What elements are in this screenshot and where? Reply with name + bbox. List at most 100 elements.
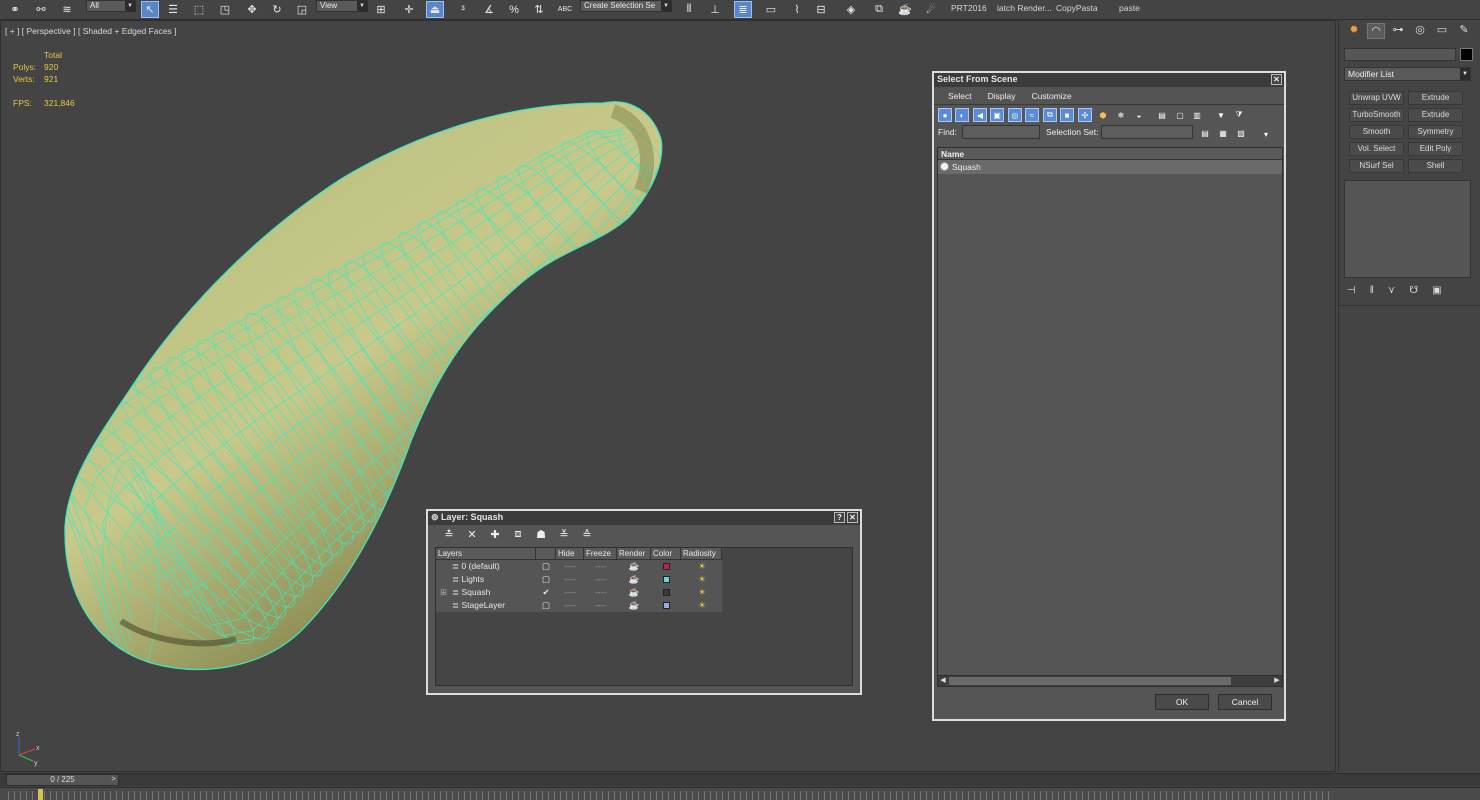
modifier-stack[interactable]: [1344, 180, 1471, 278]
select-set-members-icon[interactable]: ▦: [1216, 126, 1230, 140]
close-button[interactable]: ✕: [847, 512, 858, 523]
freeze-toggle[interactable]: ----: [584, 573, 617, 586]
reference-coordinate-select[interactable]: View ▼: [316, 0, 368, 12]
keyboard-shortcut-override-icon[interactable]: ⏏: [426, 1, 444, 18]
selection-set-select[interactable]: [1101, 125, 1193, 139]
col-color[interactable]: Color: [651, 548, 681, 559]
highlight-layer-icon[interactable]: ☗: [532, 528, 550, 543]
scroll-right-icon[interactable]: ▶: [1272, 676, 1282, 686]
display-tab-icon[interactable]: ▭: [1433, 23, 1451, 39]
display-none-icon[interactable]: ▢: [1173, 108, 1187, 122]
render-teapot-icon[interactable]: ☕: [617, 573, 651, 586]
hide-toggle[interactable]: ----: [556, 560, 584, 573]
percent-snap-icon[interactable]: %: [505, 1, 523, 18]
filter-frozen-icon[interactable]: ❄: [1114, 108, 1128, 122]
horizontal-scrollbar[interactable]: ◀ ▶: [938, 675, 1282, 686]
layer-row[interactable]: ⊞ ≣ Squash ✔ ---- ---- ☕ ☀: [436, 586, 722, 599]
filter-hidden-icon[interactable]: ◒: [1132, 108, 1146, 122]
mirror-icon[interactable]: ⫴: [680, 1, 698, 18]
layer-row[interactable]: ≣ Lights ▢ ---- ---- ☕ ☀: [436, 573, 722, 586]
layer-dialog-titlebar[interactable]: ⊚ Layer: Squash ? ✕: [428, 511, 860, 525]
pivot-center-icon[interactable]: ⊞: [372, 1, 390, 18]
current-frame-marker[interactable]: [38, 789, 43, 800]
script-button-paste[interactable]: paste: [1119, 3, 1140, 13]
snaps-toggle-icon[interactable]: ³: [454, 1, 472, 18]
modifier-button[interactable]: TurboSmooth: [1349, 108, 1404, 122]
col-current[interactable]: [536, 548, 556, 559]
add-to-layer-icon[interactable]: ✚: [486, 528, 504, 543]
layer-row[interactable]: ≣ 0 (default) ▢ ---- ---- ☕ ☀: [436, 560, 722, 573]
render-teapot-icon[interactable]: ☕: [617, 560, 651, 573]
freeze-toggle[interactable]: ----: [584, 560, 617, 573]
script-button-copypasta[interactable]: CopyPasta: [1056, 3, 1098, 13]
col-layers[interactable]: Layers: [436, 548, 536, 559]
make-unique-icon[interactable]: ⋎: [1388, 285, 1395, 296]
hierarchy-tab-icon[interactable]: ⊶: [1389, 23, 1407, 39]
select-layer-objects-icon[interactable]: ⧈: [509, 528, 527, 543]
help-button[interactable]: ?: [834, 512, 845, 523]
current-layer-checkbox[interactable]: ▢: [536, 560, 556, 573]
modifier-button[interactable]: Shell: [1408, 159, 1463, 173]
named-selection-set-select[interactable]: Create Selection Se ▼: [580, 0, 672, 12]
radiosity-icon[interactable]: ☀: [681, 573, 723, 586]
delete-layer-icon[interactable]: ✕: [463, 528, 481, 543]
configure-modifier-sets-icon[interactable]: ▣: [1432, 285, 1441, 296]
radiosity-icon[interactable]: ☀: [681, 560, 723, 573]
display-invert-icon[interactable]: ▥: [1190, 108, 1204, 122]
next-frame-arrow[interactable]: >: [109, 775, 118, 785]
hide-toggle[interactable]: ----: [556, 586, 584, 599]
close-button[interactable]: ✕: [1271, 74, 1282, 85]
unlink-icon[interactable]: ⚯: [32, 1, 50, 18]
hide-all-layers-icon[interactable]: ≚: [555, 528, 573, 543]
modifier-button[interactable]: NSurf Sel: [1349, 159, 1404, 173]
filter-xrefs-icon[interactable]: ■: [1060, 108, 1074, 122]
utilities-tab-icon[interactable]: ✎: [1455, 23, 1473, 39]
freeze-toggle[interactable]: ----: [584, 599, 617, 612]
col-hide[interactable]: Hide: [556, 548, 584, 559]
modifier-button[interactable]: Edit Poly: [1408, 142, 1463, 156]
col-radiosity[interactable]: Radiosity: [681, 548, 722, 559]
menu-display[interactable]: Display: [988, 91, 1016, 104]
object-name-field[interactable]: [1344, 48, 1456, 61]
current-layer-checkmark[interactable]: ✔: [536, 586, 556, 599]
modifier-button[interactable]: Vol. Select: [1349, 142, 1404, 156]
current-layer-checkbox[interactable]: ▢: [536, 599, 556, 612]
col-freeze[interactable]: Freeze: [584, 548, 617, 559]
object-color-swatch[interactable]: [1460, 48, 1473, 61]
show-end-result-icon[interactable]: ‖: [1370, 285, 1374, 296]
selection-filter-select[interactable]: All ▼: [86, 0, 136, 12]
window-crossing-icon[interactable]: ◳: [216, 1, 234, 18]
modify-tab-icon[interactable]: ◠: [1367, 23, 1385, 39]
scrollbar-thumb[interactable]: [949, 677, 1231, 685]
modifier-button[interactable]: Symmetry: [1408, 125, 1463, 139]
filter-geometry-icon[interactable]: ●: [938, 108, 952, 122]
schematic-view-icon[interactable]: ⊟: [812, 1, 830, 18]
filter-helpers-icon[interactable]: ◎: [1008, 108, 1022, 122]
script-button-batch-render[interactable]: iatch Render...: [997, 3, 1052, 13]
modifier-button[interactable]: Extrude: [1408, 108, 1463, 122]
layer-color-swatch[interactable]: [662, 576, 670, 584]
filter-spacewarps-icon[interactable]: ≈: [1025, 108, 1039, 122]
find-input[interactable]: [962, 125, 1040, 139]
list-item[interactable]: Squash: [938, 160, 1282, 174]
radiosity-icon[interactable]: ☀: [681, 599, 723, 612]
layer-row[interactable]: ≣ StageLayer ▢ ---- ---- ☕ ☀: [436, 599, 722, 612]
script-button-prt2016[interactable]: PRT2016: [951, 3, 987, 13]
modifier-button[interactable]: Smooth: [1349, 125, 1404, 139]
rendered-frame-window-icon[interactable]: ☕: [896, 1, 914, 18]
material-editor-icon[interactable]: ◈: [842, 1, 860, 18]
radiosity-icon[interactable]: ☀: [681, 586, 723, 599]
filter-shapes-icon[interactable]: ◐: [955, 108, 969, 122]
motion-tab-icon[interactable]: ◎: [1411, 23, 1429, 39]
select-object-icon[interactable]: ↖: [141, 1, 159, 18]
edit-named-selection-icon[interactable]: ABC: [556, 1, 574, 18]
select-by-name-icon[interactable]: ☰: [164, 1, 182, 18]
chevron-down-icon[interactable]: ▾: [1259, 127, 1273, 141]
create-layer-icon[interactable]: ≛: [440, 528, 458, 543]
layer-manager-icon[interactable]: ≣: [734, 1, 752, 18]
remove-selection-set-icon[interactable]: ▧: [1234, 126, 1248, 140]
column-name-header[interactable]: Name: [938, 148, 1282, 160]
pin-stack-icon[interactable]: ⊣: [1347, 285, 1356, 296]
scene-dialog-titlebar[interactable]: Select From Scene ✕: [934, 73, 1284, 87]
col-render[interactable]: Render: [617, 548, 651, 559]
